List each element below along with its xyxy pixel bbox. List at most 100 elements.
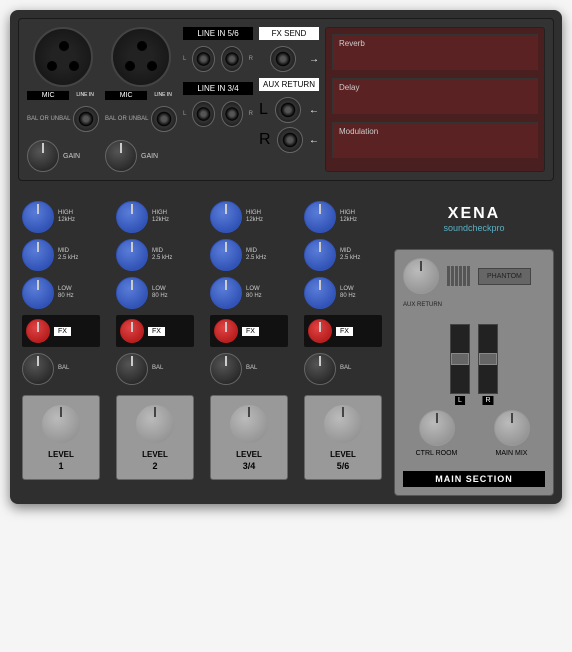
l-label: L (183, 111, 186, 117)
fx-label: FX (54, 327, 71, 336)
line-in-label: LINE IN (149, 91, 177, 100)
fx-send-header: FX SEND (259, 27, 319, 40)
r-label: R (259, 131, 271, 149)
line-34-header: LINE IN 3/4 (183, 82, 253, 95)
eq-mid-knob[interactable] (116, 239, 148, 271)
reverb-button[interactable]: Reverb (332, 34, 538, 70)
eq-low-knob[interactable] (22, 277, 54, 309)
channel-strips: HIGH12kHz MID2.5 kHz LOW80 Hz FX BAL LEV… (18, 197, 386, 496)
bal-label: BAL OR UNBAL (105, 116, 148, 122)
level-knob[interactable] (41, 404, 81, 444)
aux-return-header: AUX RETURN (259, 78, 319, 91)
level-label: LEVEL (123, 450, 187, 459)
fx-knob[interactable] (308, 319, 332, 343)
channel-strip-4: HIGH12kHz MID2.5 kHz LOW80 Hz FX BAL LEV… (304, 201, 382, 492)
main-section-label: MAIN SECTION (403, 471, 545, 487)
line-56-l[interactable] (192, 46, 214, 72)
level-knob[interactable] (135, 404, 175, 444)
eq-low-knob[interactable] (210, 277, 242, 309)
delay-button[interactable]: Delay (332, 78, 538, 114)
line-56-header: LINE IN 5/6 (183, 27, 253, 40)
gain-label: GAIN (63, 153, 80, 160)
brand: XENA soundcheckpro (394, 197, 554, 241)
main-mix-knob[interactable] (494, 410, 530, 446)
level-section: LEVEL 3/4 (210, 395, 288, 480)
bal-knob[interactable] (210, 353, 242, 385)
fx-aux-io: FX SEND → AUX RETURN L ← R ← (259, 27, 319, 172)
eq-high-knob[interactable] (22, 201, 54, 233)
line-jack-1[interactable] (73, 106, 99, 132)
fader-r[interactable]: R (478, 324, 498, 394)
channel-strip-3: HIGH12kHz MID2.5 kHz LOW80 Hz FX BAL LEV… (210, 201, 288, 492)
level-section: LEVEL 1 (22, 395, 100, 480)
ctrl-room-knob[interactable] (419, 410, 455, 446)
aux-return-knob[interactable] (403, 258, 439, 294)
bal-label: BAL (152, 365, 194, 372)
mic-label: MIC (27, 91, 69, 100)
main-box: PHANTOM AUX RETURN L R CTRL ROOM MAIN MI… (394, 249, 554, 496)
modulation-button[interactable]: Modulation (332, 122, 538, 158)
eq-high-knob[interactable] (116, 201, 148, 233)
eq-mid-knob[interactable] (22, 239, 54, 271)
brand-sub: soundcheckpro (394, 223, 554, 233)
level-knob[interactable] (229, 404, 269, 444)
line-jack-2[interactable] (151, 106, 177, 132)
eq-low-knob[interactable] (116, 277, 148, 309)
mic-label: MIC (105, 91, 147, 100)
arrow-left-icon: ← (309, 105, 319, 116)
channel-strip-2: HIGH12kHz MID2.5 kHz LOW80 Hz FX BAL LEV… (116, 201, 194, 492)
line-34-r[interactable] (221, 101, 243, 127)
eq-high-knob[interactable] (304, 201, 336, 233)
lower-panel: HIGH12kHz MID2.5 kHz LOW80 Hz FX BAL LEV… (18, 197, 554, 496)
channel-number: 5/6 (311, 461, 375, 471)
r-label: R (249, 56, 253, 62)
bal-label: BAL (246, 365, 288, 372)
bal-knob[interactable] (116, 353, 148, 385)
fx-knob[interactable] (214, 319, 238, 343)
aux-return-l[interactable] (275, 97, 301, 123)
eq-mid-knob[interactable] (210, 239, 242, 271)
io-panel: MIC LINE IN BAL OR UNBAL GAIN MIC LINE I… (18, 18, 554, 181)
phantom-button[interactable]: PHANTOM (478, 268, 531, 285)
r-label: R (249, 111, 253, 117)
eq-low-knob[interactable] (304, 277, 336, 309)
aux-return-r[interactable] (277, 127, 303, 153)
audio-mixer: MIC LINE IN BAL OR UNBAL GAIN MIC LINE I… (10, 10, 562, 504)
brand-name: XENA (394, 205, 554, 223)
main-section: XENA soundcheckpro PHANTOM AUX RETURN L … (394, 197, 554, 496)
bal-knob[interactable] (22, 353, 54, 385)
arrow-left-icon: ← (309, 135, 319, 146)
level-section: LEVEL 5/6 (304, 395, 382, 480)
aux-return-label: AUX RETURN (403, 302, 545, 308)
fx-label: FX (242, 327, 259, 336)
bal-label: BAL (340, 365, 382, 372)
xlr-input-1[interactable] (33, 27, 93, 87)
line-56-r[interactable] (221, 46, 243, 72)
fader-l-label: L (455, 396, 465, 405)
channel-number: 3/4 (217, 461, 281, 471)
fx-knob[interactable] (26, 319, 50, 343)
level-knob[interactable] (323, 404, 363, 444)
fx-knob[interactable] (120, 319, 144, 343)
fader-r-label: R (482, 396, 493, 405)
level-label: LEVEL (29, 450, 93, 459)
xlr-input-2[interactable] (111, 27, 171, 87)
bal-knob[interactable] (304, 353, 336, 385)
fader-l[interactable]: L (450, 324, 470, 394)
fx-send-jack[interactable] (270, 46, 296, 72)
l-label: L (259, 101, 268, 119)
ctrl-room-label: CTRL ROOM (403, 450, 470, 457)
level-meter (447, 266, 470, 286)
fx-label: FX (148, 327, 165, 336)
gain-knob-1[interactable] (27, 140, 59, 172)
eq-mid-knob[interactable] (304, 239, 336, 271)
channel-strip-1: HIGH12kHz MID2.5 kHz LOW80 Hz FX BAL LEV… (22, 201, 100, 492)
gain-knob-2[interactable] (105, 140, 137, 172)
line-34-l[interactable] (192, 101, 214, 127)
mic-channel-2: MIC LINE IN BAL OR UNBAL GAIN (105, 27, 177, 172)
mic-channel-1: MIC LINE IN BAL OR UNBAL GAIN (27, 27, 99, 172)
eq-high-knob[interactable] (210, 201, 242, 233)
line-in-label: LINE IN (71, 91, 99, 100)
gain-label: GAIN (141, 153, 158, 160)
l-label: L (183, 56, 186, 62)
